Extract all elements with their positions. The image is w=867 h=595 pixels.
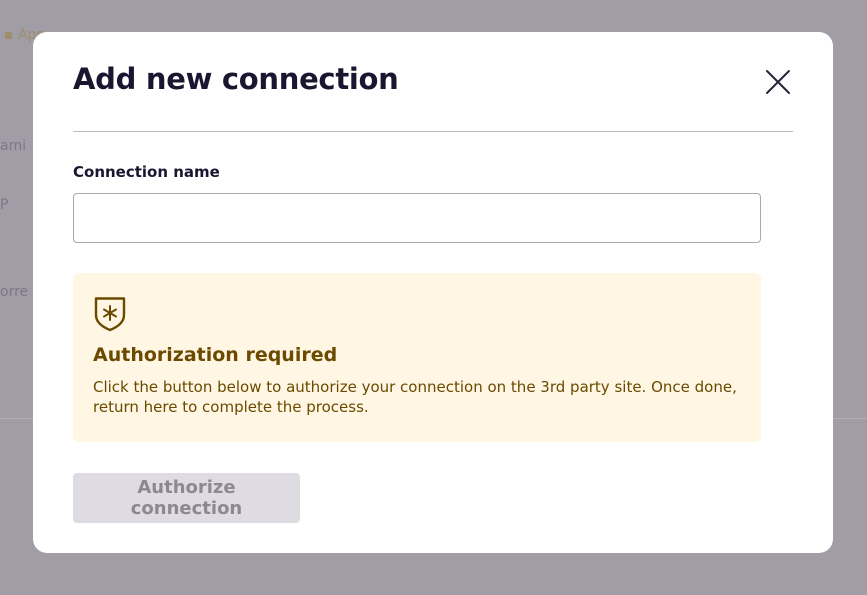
alert-title: Authorization required xyxy=(93,344,338,366)
background-fragment: orre xyxy=(0,284,29,300)
background-fragment: ami xyxy=(0,138,27,154)
authorization-alert: Authorization required Click the button … xyxy=(73,273,761,442)
alert-body: Click the button below to authorize your… xyxy=(93,378,737,416)
authorize-connection-button[interactable]: Authorize connection xyxy=(73,473,300,523)
connection-name-input[interactable] xyxy=(73,193,761,243)
modal-title: Add new connection xyxy=(73,62,399,96)
shield-star-icon xyxy=(94,297,126,332)
connection-name-label: Connection name xyxy=(73,163,220,181)
close-icon xyxy=(766,70,790,94)
header-divider xyxy=(73,131,793,132)
background-fragment: P xyxy=(0,197,9,213)
add-connection-modal: Add new connection Connection name Autho… xyxy=(33,32,833,553)
close-button[interactable] xyxy=(760,64,796,100)
